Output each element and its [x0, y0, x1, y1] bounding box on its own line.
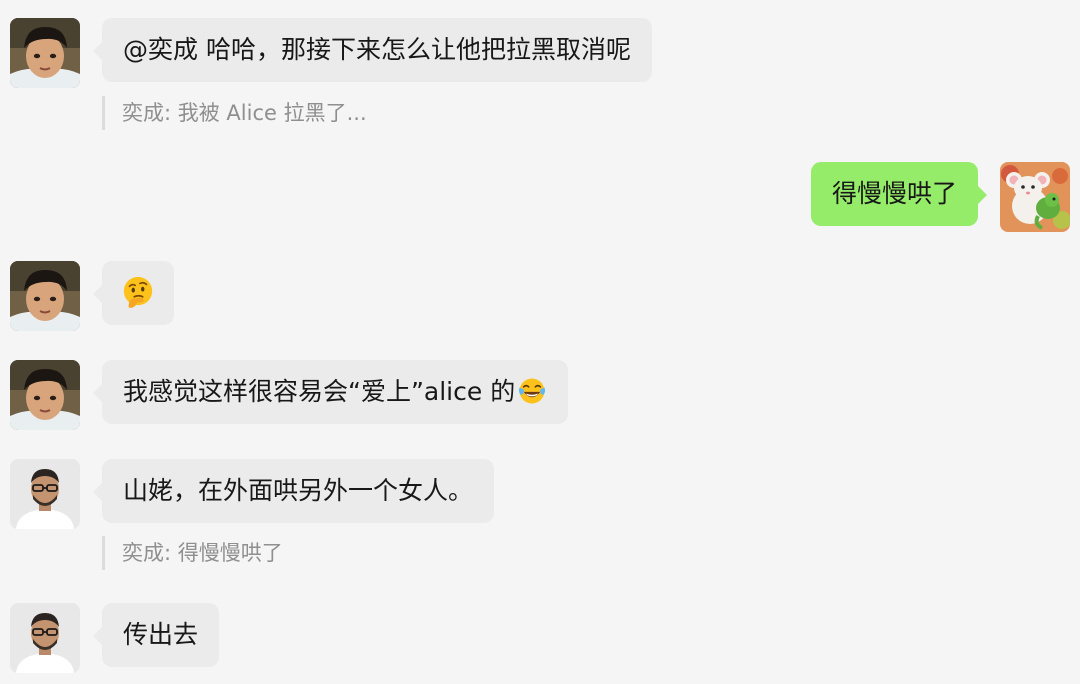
sender-avatar[interactable]: [10, 603, 80, 673]
sender-avatar[interactable]: [10, 261, 80, 331]
boy-avatar-image: [10, 261, 80, 331]
message-text: 得慢慢哄了: [831, 179, 957, 208]
message-bubble[interactable]: 山姥，在外面哄另外一个女人。: [92, 459, 495, 523]
man-avatar-image: [10, 603, 80, 673]
message-text: @奕成 哈哈，那接下来怎么让他把拉黑取消呢: [123, 35, 631, 64]
quote-text: 奕成: 得慢慢哄了: [122, 541, 283, 565]
quoted-reply[interactable]: 奕成: 得慢慢哄了: [102, 536, 283, 570]
thinking-face-emoji-icon: [121, 275, 155, 309]
message-text: 我感觉这样很容易会“爱上”alice 的: [123, 377, 516, 406]
message-bubble[interactable]: @奕成 哈哈，那接下来怎么让他把拉黑取消呢: [93, 18, 652, 82]
message-bubble[interactable]: 我感觉这样很容易会“爱上”alice 的: [92, 360, 569, 424]
my-avatar[interactable]: [1000, 162, 1070, 232]
message-text: 山姥，在外面哄另外一个女人。: [123, 476, 474, 505]
tears-of-joy-emoji-icon: [517, 376, 547, 406]
message-bubble-outgoing[interactable]: 得慢慢哄了: [810, 162, 988, 226]
boy-avatar-image: [10, 360, 80, 430]
mouse-avatar-image: [1000, 162, 1070, 232]
boy-avatar-image: [10, 18, 80, 88]
message-text: 传出去: [123, 620, 199, 649]
message-bubble[interactable]: [93, 261, 174, 325]
quoted-reply[interactable]: 奕成: 我被 Alice 拉黑了...: [102, 96, 367, 130]
sender-avatar[interactable]: [10, 360, 80, 430]
sender-avatar[interactable]: [10, 18, 80, 88]
message-bubble[interactable]: 传出去: [92, 603, 220, 667]
quote-text: 奕成: 我被 Alice 拉黑了...: [122, 101, 367, 125]
sender-avatar[interactable]: [10, 459, 80, 529]
man-avatar-image: [10, 459, 80, 529]
